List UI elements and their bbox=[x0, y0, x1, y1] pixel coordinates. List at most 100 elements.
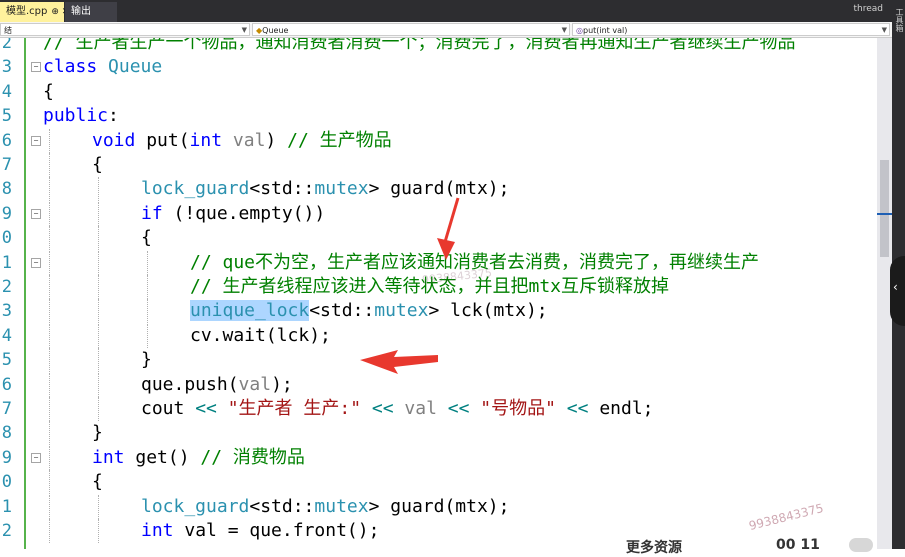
toolbox-label: 工具箱 bbox=[895, 8, 904, 32]
code-token: : bbox=[108, 105, 119, 127]
navigation-bar: 结 ▼ ◆Queue ▼ ◎put(int val) ▼ bbox=[0, 22, 892, 38]
line-number: 8 bbox=[1, 423, 12, 444]
indent-guide bbox=[49, 177, 50, 202]
code-token: << bbox=[195, 398, 228, 419]
fold-toggle-icon[interactable]: − bbox=[31, 257, 41, 268]
code-token: // 生产者生产一个物品，通知消费者消费一个；消费完了，消费者再通知生产者继续生… bbox=[43, 38, 796, 53]
code-token: val bbox=[232, 129, 266, 151]
code-line[interactable]: 9 − int get() // 消费物品 bbox=[0, 445, 877, 470]
tab-model-cpp[interactable]: 模型.cpp ⊕ ✕ bbox=[0, 2, 69, 22]
code-text: int get() // 消费物品 bbox=[92, 446, 305, 470]
code-token: <std:: bbox=[249, 178, 315, 200]
indent-guide bbox=[49, 201, 50, 226]
tab-output[interactable]: 输出 bbox=[65, 2, 117, 22]
indent-guide bbox=[49, 275, 50, 299]
indent-guide bbox=[98, 348, 99, 373]
indent-guide bbox=[98, 201, 99, 226]
fold-toggle-icon[interactable]: − bbox=[31, 452, 41, 463]
selected-token: unique_lock bbox=[190, 300, 310, 322]
code-line[interactable]: 0{ bbox=[0, 470, 877, 495]
indent-guide bbox=[98, 323, 99, 348]
member-dropdown[interactable]: ◎put(int val) ▼ bbox=[572, 23, 890, 36]
chevron-down-icon: ▼ bbox=[561, 26, 567, 34]
code-text: } bbox=[141, 348, 152, 372]
indent-guide bbox=[49, 397, 50, 421]
line-number: 3 bbox=[1, 57, 12, 78]
code-line[interactable]: 4 cv.wait(lck); bbox=[0, 323, 877, 348]
code-token: val bbox=[404, 398, 448, 419]
indent-guide bbox=[147, 275, 148, 299]
code-line[interactable]: 5 public: bbox=[0, 104, 877, 128]
code-line[interactable]: 0{ bbox=[0, 226, 877, 251]
line-number: 2 bbox=[1, 38, 12, 53]
code-token: mutex bbox=[314, 178, 369, 200]
code-token: int bbox=[141, 520, 185, 541]
code-line[interactable]: 9 − if (!que.empty()) bbox=[0, 201, 877, 226]
code-token: } bbox=[92, 422, 103, 444]
code-token: class bbox=[43, 56, 109, 78]
line-number: 8 bbox=[1, 179, 12, 200]
indent-guide bbox=[49, 372, 50, 397]
scope-dropdown[interactable]: 结 ▼ bbox=[0, 23, 250, 36]
line-number: 1 bbox=[1, 496, 12, 517]
code-line[interactable]: 2 // 生产者生产一个物品，通知消费者消费一个；消费完了，消费者再通知生产者继续… bbox=[0, 38, 877, 55]
fold-toggle-icon[interactable]: − bbox=[31, 135, 41, 146]
code-text: // 生产者生产一个物品，通知消费者消费一个；消费完了，消费者再通知生产者继续生… bbox=[43, 38, 796, 55]
code-token: > guard(mtx); bbox=[368, 495, 510, 517]
code-token: "生产者 生产:" bbox=[227, 398, 372, 419]
indent-guide bbox=[98, 250, 99, 275]
code-line[interactable]: 3 unique_lock<std::mutex> lck(mtx); bbox=[0, 299, 877, 324]
footer-text: 更多资源 bbox=[626, 540, 682, 556]
class-dropdown[interactable]: ◆Queue ▼ bbox=[252, 23, 570, 36]
code-editor[interactable]: 2 // 生产者生产一个物品，通知消费者消费一个；消费完了，消费者再通知生产者继续… bbox=[0, 38, 877, 549]
code-token: val bbox=[238, 373, 272, 395]
code-line[interactable]: 4{ bbox=[0, 80, 877, 104]
indent-guide bbox=[98, 299, 99, 324]
code-line[interactable]: 5} bbox=[0, 348, 877, 373]
code-token: <std:: bbox=[309, 300, 375, 322]
code-line[interactable]: 7 cout << "生产者 生产:" << val << "号物品" << en… bbox=[0, 397, 877, 421]
code-token: if bbox=[141, 202, 174, 224]
code-line[interactable]: 1 lock_guard<std::mutex> guard(mtx); bbox=[0, 494, 877, 519]
scrollbar-thumb[interactable] bbox=[880, 160, 889, 257]
indent-guide bbox=[49, 445, 50, 470]
code-token: lock_guard bbox=[141, 495, 250, 517]
code-text: { bbox=[43, 80, 54, 104]
code-token: << bbox=[566, 398, 600, 419]
code-token: { bbox=[92, 471, 103, 493]
line-number: 7 bbox=[1, 155, 12, 175]
fold-toggle-icon[interactable]: − bbox=[31, 62, 41, 73]
code-token: endl; bbox=[599, 398, 654, 419]
code-token: // 生产物品 bbox=[287, 129, 392, 151]
code-line[interactable]: 6 que.push(val); bbox=[0, 372, 877, 397]
line-number: 7 bbox=[1, 399, 12, 419]
fold-toggle-icon[interactable]: − bbox=[31, 208, 41, 219]
chevron-down-icon: ▼ bbox=[241, 26, 247, 34]
code-line[interactable]: 7{ bbox=[0, 153, 877, 177]
line-number: 5 bbox=[1, 350, 12, 371]
indent-guide bbox=[98, 494, 99, 519]
indent-guide bbox=[49, 226, 50, 251]
code-token: int bbox=[92, 446, 136, 468]
line-number: 2 bbox=[1, 521, 12, 541]
code-token: ); bbox=[271, 373, 293, 395]
code-line[interactable]: 8} bbox=[0, 421, 877, 446]
side-expand-button[interactable]: ‹ bbox=[890, 256, 905, 326]
code-token: > lck(mtx); bbox=[428, 300, 548, 322]
code-line[interactable]: 3 − class Queue bbox=[0, 55, 877, 79]
code-line[interactable]: 2 int val = que.front(); bbox=[0, 519, 877, 543]
line-number: 6 bbox=[1, 374, 12, 395]
chevron-down-icon: ▼ bbox=[881, 26, 887, 34]
indent-guide bbox=[49, 299, 50, 324]
indent-guide bbox=[147, 250, 148, 275]
code-line[interactable]: 6 − void put(int val) // 生产物品 bbox=[0, 128, 877, 153]
code-token: Queue bbox=[108, 56, 163, 78]
overlay-badge bbox=[849, 538, 873, 552]
thread-label: thread bbox=[853, 4, 883, 14]
line-number: 0 bbox=[1, 472, 12, 493]
line-number: 5 bbox=[1, 106, 12, 127]
code-text: class Queue bbox=[43, 55, 162, 79]
code-line[interactable]: 8 lock_guard<std::mutex> guard(mtx); bbox=[0, 177, 877, 202]
code-token: put( bbox=[146, 129, 190, 151]
chevron-left-icon: ‹ bbox=[893, 280, 898, 294]
